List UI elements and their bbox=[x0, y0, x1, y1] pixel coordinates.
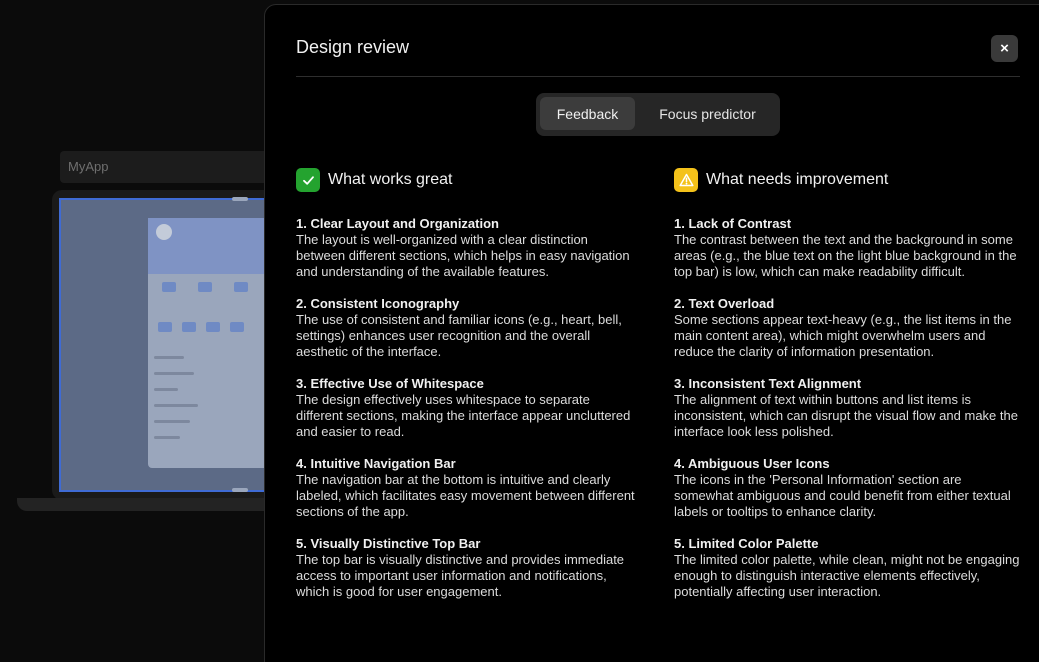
section-header: What works great bbox=[296, 168, 636, 192]
stage: MyApp Design review × Feedback Focus pre… bbox=[0, 0, 1039, 662]
tab-focus-predictor[interactable]: Focus predictor bbox=[639, 97, 776, 130]
list-item: 2. Consistent Iconography The use of con… bbox=[296, 296, 636, 360]
item-description: The contrast between the text and the ba… bbox=[674, 232, 1017, 279]
tile-icon bbox=[206, 322, 220, 332]
list-item: 5. Visually Distinctive Top Bar The top … bbox=[296, 536, 636, 600]
screen-handle-bottom bbox=[232, 488, 248, 492]
list-line bbox=[154, 420, 190, 423]
list-item: 1. Clear Layout and Organization The lay… bbox=[296, 216, 636, 280]
screen-handle-top bbox=[232, 197, 248, 201]
list-item: 2. Text Overload Some sections appear te… bbox=[674, 296, 1024, 360]
tile-icon bbox=[182, 322, 196, 332]
item-title: 5. Visually Distinctive Top Bar bbox=[296, 536, 481, 551]
close-icon: × bbox=[1000, 40, 1009, 57]
item-title: 3. Effective Use of Whitespace bbox=[296, 376, 484, 391]
list-item: 1. Lack of Contrast The contrast between… bbox=[674, 216, 1024, 280]
item-description: The design effectively uses whitespace t… bbox=[296, 392, 631, 439]
item-description: The icons in the 'Personal Information' … bbox=[674, 472, 1011, 519]
list-item: 5. Limited Color Palette The limited col… bbox=[674, 536, 1024, 600]
divider bbox=[296, 76, 1020, 77]
needs-improvement-section: What needs improvement 1. Lack of Contra… bbox=[674, 168, 1024, 616]
item-title: 3. Inconsistent Text Alignment bbox=[674, 376, 862, 391]
item-title: 1. Clear Layout and Organization bbox=[296, 216, 499, 231]
tab-feedback[interactable]: Feedback bbox=[540, 97, 635, 130]
tile-icon bbox=[158, 322, 172, 332]
item-title: 4. Ambiguous User Icons bbox=[674, 456, 830, 471]
tile-icon bbox=[230, 322, 244, 332]
item-description: The layout is well-organized with a clea… bbox=[296, 232, 630, 279]
design-review-panel: Design review × Feedback Focus predictor… bbox=[264, 4, 1039, 662]
list-line bbox=[154, 356, 184, 359]
item-description: The alignment of text within buttons and… bbox=[674, 392, 1018, 439]
item-description: The use of consistent and familiar icons… bbox=[296, 312, 622, 359]
item-title: 1. Lack of Contrast bbox=[674, 216, 792, 231]
list-item: 4. Intuitive Navigation Bar The navigati… bbox=[296, 456, 636, 520]
tile-icon bbox=[234, 282, 248, 292]
list-line bbox=[154, 388, 178, 391]
tile-icon bbox=[162, 282, 176, 292]
app-name-bar: MyApp bbox=[60, 151, 290, 183]
tab-group: Feedback Focus predictor bbox=[536, 93, 780, 136]
section-title: What needs improvement bbox=[706, 171, 889, 188]
app-name: MyApp bbox=[68, 159, 109, 174]
section-title: What works great bbox=[328, 171, 453, 188]
laptop-base bbox=[17, 498, 277, 511]
list-line bbox=[154, 372, 194, 375]
item-description: The navigation bar at the bottom is intu… bbox=[296, 472, 635, 519]
item-title: 2. Text Overload bbox=[674, 296, 775, 311]
list-line bbox=[154, 436, 180, 439]
list-item: 4. Ambiguous User Icons The icons in the… bbox=[674, 456, 1024, 520]
list-item: 3. Effective Use of Whitespace The desig… bbox=[296, 376, 636, 440]
close-button[interactable]: × bbox=[991, 35, 1018, 62]
phone-mockup bbox=[148, 218, 277, 468]
panel-title: Design review bbox=[296, 37, 410, 57]
item-description: The limited color palette, while clean, … bbox=[674, 552, 1020, 599]
list-line bbox=[154, 404, 198, 407]
item-description: The top bar is visually distinctive and … bbox=[296, 552, 625, 599]
item-description: Some sections appear text-heavy (e.g., t… bbox=[674, 312, 1012, 359]
avatar bbox=[156, 224, 172, 240]
item-title: 4. Intuitive Navigation Bar bbox=[296, 456, 456, 471]
design-screenshot bbox=[59, 198, 279, 492]
works-great-section: What works great 1. Clear Layout and Org… bbox=[296, 168, 636, 616]
check-icon bbox=[296, 168, 320, 192]
item-title: 2. Consistent Iconography bbox=[296, 296, 460, 311]
tile-icon bbox=[198, 282, 212, 292]
item-title: 5. Limited Color Palette bbox=[674, 536, 819, 551]
list-item: 3. Inconsistent Text Alignment The align… bbox=[674, 376, 1024, 440]
section-header: What needs improvement bbox=[674, 168, 1024, 192]
warning-icon bbox=[674, 168, 698, 192]
